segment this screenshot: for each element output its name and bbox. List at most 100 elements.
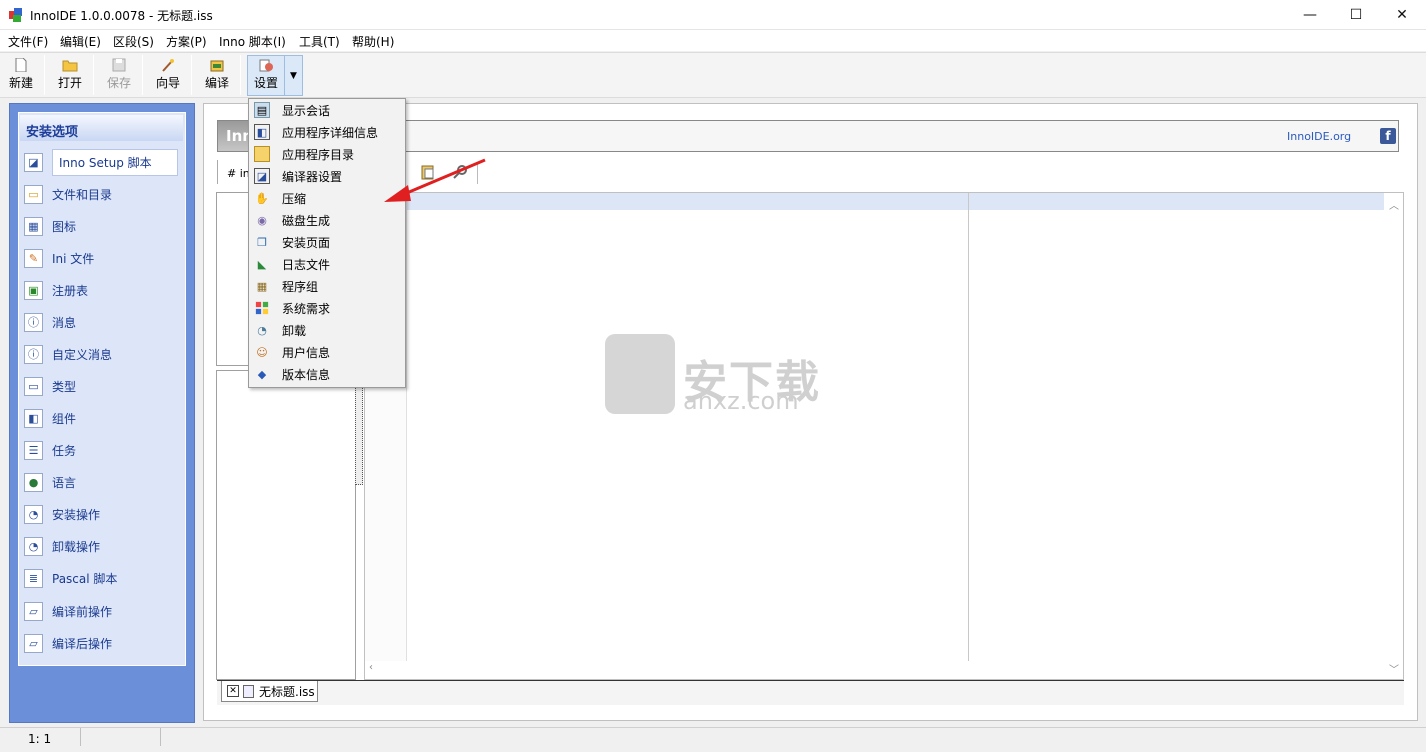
- left-item-post-compile[interactable]: ▱ 编译后操作: [24, 630, 180, 656]
- pane-splitter-handle[interactable]: [355, 385, 363, 485]
- new-file-icon: [15, 58, 27, 72]
- version-info-icon: ◆: [257, 367, 267, 381]
- compiler-icon: ◪: [254, 168, 270, 184]
- new-button[interactable]: 新建: [6, 56, 36, 96]
- left-item-pre-compile[interactable]: ▱ 编译前操作: [24, 598, 180, 624]
- document-tab-strip: [217, 680, 1404, 705]
- user-icon: ☺: [256, 345, 268, 359]
- document-tab[interactable]: ✕ 无标题.iss: [221, 681, 318, 702]
- dd-user-info[interactable]: ☺ 用户信息: [252, 341, 402, 363]
- left-item-messages[interactable]: ⓘ 消息: [24, 309, 180, 335]
- menu-inno-script[interactable]: Inno 脚本(I): [219, 33, 286, 50]
- save-button[interactable]: 保存: [104, 56, 134, 96]
- left-item-pascal-script[interactable]: ≣ Pascal 脚本: [24, 565, 180, 591]
- components-icon: ◧: [24, 408, 43, 428]
- horizontal-scrollbar[interactable]: ‹: [365, 661, 1385, 677]
- grid-column-divider[interactable]: [968, 193, 969, 661]
- menu-edit[interactable]: 编辑(E): [60, 33, 101, 50]
- wizard-wand-icon: [162, 59, 174, 72]
- setup-options-header: 安装选项: [20, 115, 183, 141]
- registry-icon: ▣: [24, 280, 43, 300]
- wizard-button[interactable]: 向导: [153, 56, 183, 96]
- save-label: 保存: [106, 76, 131, 90]
- menu-tools[interactable]: 工具(T): [299, 33, 340, 50]
- scroll-down-icon[interactable]: ﹀: [1389, 661, 1399, 676]
- open-label: 打开: [57, 76, 82, 90]
- tasks-icon: ☰: [24, 440, 43, 460]
- show-session-icon: ▤: [254, 102, 270, 118]
- dd-program-group[interactable]: ▦ 程序组: [252, 275, 402, 297]
- toolbar-separator: [191, 55, 192, 95]
- left-item-inno-setup-script[interactable]: ◪ Inno Setup 脚本: [24, 148, 180, 176]
- dd-disk-spanning[interactable]: ◉ 磁盘生成: [252, 209, 402, 231]
- grid-selected-row[interactable]: [407, 193, 1384, 210]
- left-item-tasks[interactable]: ☰ 任务: [24, 437, 180, 463]
- toolbar-separator: [44, 55, 45, 95]
- maximize-button[interactable]: ☐: [1333, 0, 1379, 30]
- pre-compile-icon: ▱: [24, 601, 43, 621]
- window-title: InnoIDE 1.0.0.0078 - 无标题.iss: [30, 9, 213, 23]
- close-button[interactable]: ✕: [1379, 0, 1425, 30]
- dd-show-session[interactable]: ▤ 显示会话: [252, 99, 402, 121]
- dd-version-info[interactable]: ◆ 版本信息: [252, 363, 402, 385]
- uninstall-run-icon: ◔: [24, 536, 43, 556]
- settings-label: 设置: [253, 76, 278, 90]
- toolbar-separator: [93, 55, 94, 95]
- left-item-icons[interactable]: ▦ 图标: [24, 213, 180, 239]
- dd-app-details[interactable]: ◧ 应用程序详细信息: [252, 121, 402, 143]
- program-group-icon: ▦: [256, 279, 268, 293]
- dd-install-pages[interactable]: ❐ 安装页面: [252, 231, 402, 253]
- tree-pane-bottom[interactable]: [216, 370, 356, 680]
- post-compile-icon: ▱: [24, 633, 43, 653]
- menu-section[interactable]: 区段(S): [113, 33, 154, 50]
- menu-help[interactable]: 帮助(H): [352, 33, 394, 50]
- dd-system-requirements[interactable]: 系统需求: [252, 297, 402, 319]
- left-item-uninstall-actions[interactable]: ◔ 卸载操作: [24, 533, 180, 559]
- editor-grid[interactable]: [364, 192, 1404, 680]
- compression-icon: ✋: [255, 191, 269, 205]
- scroll-up-icon[interactable]: ︿: [1389, 197, 1399, 212]
- compile-icon: [210, 60, 224, 72]
- tab-close-icon[interactable]: ✕: [227, 685, 239, 697]
- main-header-right: [405, 121, 1398, 151]
- left-item-registry[interactable]: ▣ 注册表: [24, 277, 180, 303]
- innoide-link[interactable]: InnoIDE.org: [1287, 130, 1351, 143]
- minimize-button[interactable]: —: [1287, 0, 1333, 30]
- icons-icon: ▦: [24, 216, 43, 236]
- ini-file-icon: ✎: [24, 248, 43, 268]
- toolbar-separator: [240, 55, 241, 95]
- settings-dropdown-arrow[interactable]: ▼: [284, 56, 302, 95]
- left-item-components[interactable]: ◧ 组件: [24, 405, 180, 431]
- app-details-icon: ◧: [254, 124, 270, 140]
- status-separator: [80, 728, 81, 746]
- log-book-icon: ◣: [257, 257, 267, 271]
- dd-uninstall[interactable]: ◔ 卸载: [252, 319, 402, 341]
- open-button[interactable]: 打开: [55, 56, 85, 96]
- compile-label: 编译: [204, 76, 229, 90]
- toolbar-separator: [142, 55, 143, 95]
- menu-bar: [0, 30, 1426, 51]
- left-item-ini-files[interactable]: ✎ Ini 文件: [24, 245, 180, 271]
- vertical-scrollbar[interactable]: ︿ ﹀: [1385, 193, 1403, 677]
- dd-log-file[interactable]: ◣ 日志文件: [252, 253, 402, 275]
- status-separator: [160, 728, 161, 746]
- document-icon: [243, 684, 254, 698]
- compile-button[interactable]: 编译: [202, 56, 232, 96]
- folder-open-icon: [62, 60, 78, 72]
- scroll-left-icon[interactable]: ‹: [369, 662, 373, 673]
- app-icon: [9, 8, 22, 22]
- settings-button[interactable]: 设置: [251, 56, 281, 96]
- windows-flag-icon: [254, 300, 270, 316]
- left-item-custom-messages[interactable]: ⓘ 自定义消息: [24, 341, 180, 367]
- left-item-files-dirs[interactable]: ▭ 文件和目录: [24, 181, 180, 207]
- left-item-types[interactable]: ▭ 类型: [24, 373, 180, 399]
- cursor-position: 1: 1: [28, 732, 52, 746]
- new-label: 新建: [8, 76, 33, 90]
- left-item-install-actions[interactable]: ◔ 安装操作: [24, 501, 180, 527]
- menu-file[interactable]: 文件(F): [8, 33, 48, 50]
- left-item-languages[interactable]: ● 语言: [24, 469, 180, 495]
- types-icon: ▭: [24, 376, 43, 396]
- facebook-icon[interactable]: f: [1380, 128, 1396, 144]
- menu-project[interactable]: 方案(P): [166, 33, 207, 50]
- info-icon: ⓘ: [24, 312, 43, 332]
